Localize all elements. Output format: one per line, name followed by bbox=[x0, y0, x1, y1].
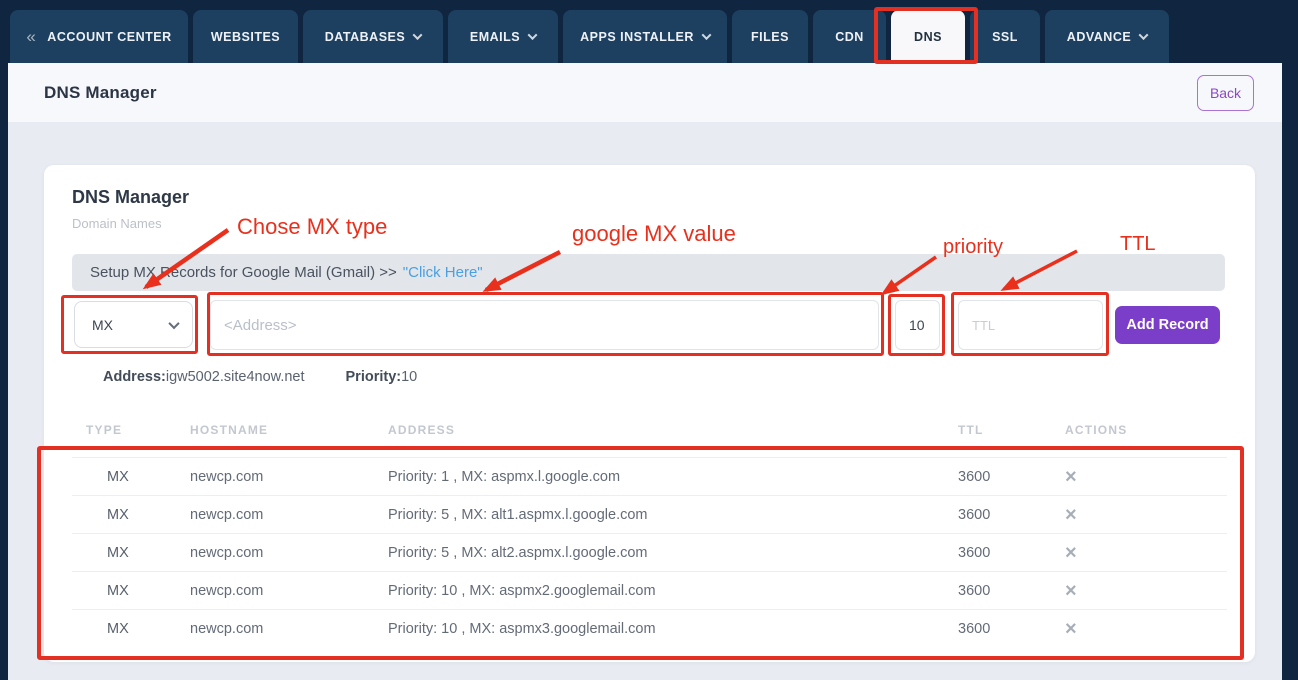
cell-hostname: newcp.com bbox=[176, 507, 374, 523]
delete-record-icon[interactable]: × bbox=[1051, 543, 1227, 563]
tab-label: APPS INSTALLER bbox=[580, 30, 694, 44]
add-record-button[interactable]: Add Record bbox=[1115, 306, 1220, 344]
tab-account-center[interactable]: « ACCOUNT CENTER bbox=[10, 10, 188, 63]
chevron-down-icon bbox=[1139, 30, 1149, 40]
chevron-down-icon bbox=[528, 30, 538, 40]
panel-subtitle: Domain Names bbox=[72, 216, 162, 231]
cell-address: Priority: 10 , MX: aspmx3.googlemail.com bbox=[374, 621, 944, 637]
hint-priority-value: 10 bbox=[401, 369, 417, 385]
tab-label: FILES bbox=[751, 30, 789, 44]
record-type-value: MX bbox=[92, 317, 113, 333]
back-button[interactable]: Back bbox=[1197, 75, 1254, 111]
chevron-down-icon bbox=[168, 317, 179, 328]
records-table-body: MX newcp.com Priority: 1 , MX: aspmx.l.g… bbox=[72, 457, 1227, 647]
tab-label: DNS bbox=[914, 30, 942, 44]
page-header: DNS Manager Back bbox=[8, 63, 1282, 122]
cell-address: Priority: 10 , MX: aspmx2.googlemail.com bbox=[374, 583, 944, 599]
page-title: DNS Manager bbox=[44, 83, 157, 103]
cell-type: MX bbox=[72, 545, 176, 561]
cell-type: MX bbox=[72, 469, 176, 485]
cell-ttl: 3600 bbox=[944, 507, 1051, 523]
tab-advance[interactable]: ADVANCE bbox=[1045, 10, 1169, 63]
chevron-down-icon bbox=[413, 30, 423, 40]
record-type-select[interactable]: MX bbox=[74, 301, 193, 348]
records-table-header: TYPE HOSTNAME ADDRESS TTL ACTIONS bbox=[72, 423, 1227, 437]
cell-address: Priority: 5 , MX: alt1.aspmx.l.google.co… bbox=[374, 507, 944, 523]
double-chevron-left-icon: « bbox=[26, 27, 36, 47]
hint-address-value: igw5002.site4now.net bbox=[166, 369, 305, 385]
delete-record-icon[interactable]: × bbox=[1051, 467, 1227, 487]
table-row: MX newcp.com Priority: 5 , MX: alt2.aspm… bbox=[72, 533, 1227, 571]
cell-type: MX bbox=[72, 621, 176, 637]
table-row: MX newcp.com Priority: 10 , MX: aspmx3.g… bbox=[72, 609, 1227, 647]
tab-files[interactable]: FILES bbox=[732, 10, 808, 63]
tab-dns[interactable]: DNS bbox=[891, 10, 965, 63]
cell-type: MX bbox=[72, 583, 176, 599]
hint-address-label: Address: bbox=[103, 369, 166, 385]
tab-emails[interactable]: EMAILS bbox=[448, 10, 558, 63]
priority-input[interactable] bbox=[895, 300, 940, 350]
tab-label: CDN bbox=[835, 30, 864, 44]
ttl-input[interactable] bbox=[958, 300, 1103, 350]
table-row: MX newcp.com Priority: 1 , MX: aspmx.l.g… bbox=[72, 457, 1227, 495]
tab-ssl[interactable]: SSL bbox=[970, 10, 1040, 63]
cell-hostname: newcp.com bbox=[176, 583, 374, 599]
tab-label: EMAILS bbox=[470, 30, 520, 44]
col-header-hostname: HOSTNAME bbox=[176, 423, 374, 437]
cell-hostname: newcp.com bbox=[176, 621, 374, 637]
cell-ttl: 3600 bbox=[944, 545, 1051, 561]
address-input[interactable] bbox=[210, 300, 879, 350]
col-header-type: TYPE bbox=[72, 423, 176, 437]
panel-title: DNS Manager bbox=[72, 187, 189, 208]
tab-label: SSL bbox=[992, 30, 1018, 44]
delete-record-icon[interactable]: × bbox=[1051, 581, 1227, 601]
dns-manager-panel: DNS Manager Domain Names Setup MX Record… bbox=[44, 165, 1255, 662]
tab-label: ACCOUNT CENTER bbox=[47, 30, 171, 44]
nav-tabs: « ACCOUNT CENTER WEBSITES DATABASES EMAI… bbox=[10, 10, 1169, 63]
cell-ttl: 3600 bbox=[944, 583, 1051, 599]
table-row: MX newcp.com Priority: 10 , MX: aspmx2.g… bbox=[72, 571, 1227, 609]
col-header-ttl: TTL bbox=[944, 423, 1051, 437]
delete-record-icon[interactable]: × bbox=[1051, 619, 1227, 639]
cell-hostname: newcp.com bbox=[176, 545, 374, 561]
cell-hostname: newcp.com bbox=[176, 469, 374, 485]
gmail-setup-note: Setup MX Records for Google Mail (Gmail)… bbox=[72, 254, 1225, 291]
cell-address: Priority: 1 , MX: aspmx.l.google.com bbox=[374, 469, 944, 485]
table-row: MX newcp.com Priority: 5 , MX: alt1.aspm… bbox=[72, 495, 1227, 533]
col-header-actions: ACTIONS bbox=[1051, 423, 1227, 437]
tab-label: WEBSITES bbox=[211, 30, 280, 44]
delete-record-icon[interactable]: × bbox=[1051, 505, 1227, 525]
tab-databases[interactable]: DATABASES bbox=[303, 10, 443, 63]
chevron-down-icon bbox=[701, 30, 711, 40]
mx-hint-line: Address:igw5002.site4now.net Priority:10 bbox=[103, 369, 417, 385]
click-here-link[interactable]: "Click Here" bbox=[403, 264, 483, 281]
tab-apps-installer[interactable]: APPS INSTALLER bbox=[563, 10, 727, 63]
tab-label: DATABASES bbox=[325, 30, 405, 44]
tab-label: ADVANCE bbox=[1067, 30, 1131, 44]
cell-type: MX bbox=[72, 507, 176, 523]
col-header-address: ADDRESS bbox=[374, 423, 944, 437]
cell-ttl: 3600 bbox=[944, 621, 1051, 637]
top-navigation: « ACCOUNT CENTER WEBSITES DATABASES EMAI… bbox=[0, 0, 1298, 63]
cell-address: Priority: 5 , MX: alt2.aspmx.l.google.co… bbox=[374, 545, 944, 561]
setup-note-text: Setup MX Records for Google Mail (Gmail)… bbox=[90, 264, 397, 281]
tab-cdn[interactable]: CDN bbox=[813, 10, 886, 63]
cell-ttl: 3600 bbox=[944, 469, 1051, 485]
hint-priority-label: Priority: bbox=[346, 369, 402, 385]
tab-websites[interactable]: WEBSITES bbox=[193, 10, 298, 63]
